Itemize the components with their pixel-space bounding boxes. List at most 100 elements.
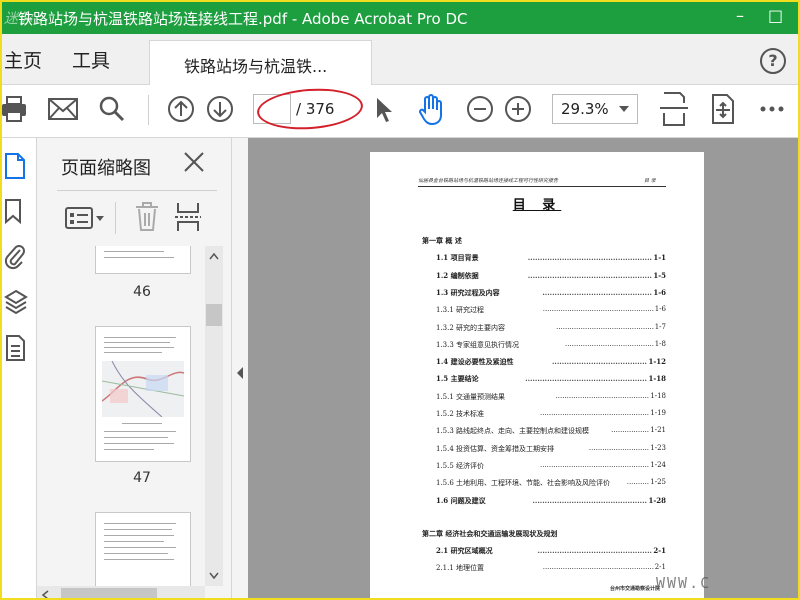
thumb-text-line: [104, 541, 164, 542]
zoom-in-icon[interactable]: [504, 95, 532, 123]
toc-entry[interactable]: 1.2 编制依据................................…: [436, 271, 666, 281]
toc-entry[interactable]: 1.5.2 技术标准..............................…: [436, 409, 666, 419]
document-view[interactable]: 仙居县金台铁路站场与杭温铁路站场连接线工程可行性研究报告 目 录 目 录 第一章…: [248, 138, 798, 598]
rotate-view-icon[interactable]: [710, 93, 736, 125]
layers-icon[interactable]: [4, 288, 28, 316]
hand-tool-icon[interactable]: [416, 94, 446, 126]
thumbnail-map-image: [102, 361, 184, 417]
panel-collapse-handle[interactable]: [231, 138, 249, 598]
attachment-icon[interactable]: [4, 242, 26, 270]
toc-entry-label: 1.5.5 经济评价: [436, 461, 485, 470]
toc-entry-label: 1.3.3 专家组意见执行情况: [436, 340, 520, 349]
toc-entry[interactable]: 1.3.1 研究过程..............................…: [436, 305, 666, 315]
navigation-rail: [2, 138, 37, 598]
toc-entry[interactable]: 1.5.5 经济评价..............................…: [436, 461, 666, 471]
page-layout-icon[interactable]: [175, 202, 201, 232]
toc-entry-label: 第二章 经济社会和交通运输发展现状及规划: [422, 528, 558, 538]
pdf-running-header: 仙居县金台铁路站场与杭温铁路站场连接线工程可行性研究报告: [418, 178, 559, 184]
page-thumbnail[interactable]: [95, 246, 191, 274]
toc-entry-page: 1-24: [650, 460, 666, 469]
panel-title: 页面缩略图: [61, 158, 151, 179]
document-properties-icon[interactable]: [4, 334, 26, 362]
tab-tools[interactable]: 工具: [72, 46, 110, 73]
toc-entry-page: 1-18: [648, 374, 666, 384]
scrollbar-thumb[interactable]: [206, 304, 222, 326]
tab-home[interactable]: 主页: [4, 46, 42, 73]
toc-leader-dots: ........................................…: [537, 546, 652, 556]
toc-entry[interactable]: 2.1.1 地理位置..............................…: [436, 563, 666, 573]
toc-entry-page: 1-25: [650, 478, 666, 487]
page-thumbnail[interactable]: [95, 326, 191, 462]
page-thumbnail[interactable]: [95, 512, 191, 586]
bookmark-icon[interactable]: [4, 198, 22, 224]
toc-entry[interactable]: 1.6 问题及建议...............................…: [436, 496, 666, 506]
pdf-page: 仙居县金台铁路站场与杭温铁路站场连接线工程可行性研究报告 目 录 目 录 第一章…: [370, 152, 704, 598]
toc-entry[interactable]: 1.5.6 土地利用、工程环境、节能、社会影响及风险评价.......... 1-…: [436, 478, 666, 488]
toc-entry-label: 1.3.2 研究的主要内容: [436, 323, 506, 332]
help-icon[interactable]: ?: [760, 48, 786, 74]
scrollbar-thumb[interactable]: [61, 588, 157, 598]
toc-entry-label: 2.1.1 地理位置: [436, 564, 485, 573]
vertical-scrollbar[interactable]: [205, 246, 223, 586]
next-page-icon[interactable]: [206, 95, 234, 123]
title-bar: 迷你 铁路站场与杭温铁路站场连接线工程.pdf - Adobe Acrobat …: [2, 2, 798, 34]
toc-entry-page: 2-1: [654, 563, 666, 572]
panel-divider: [57, 190, 217, 191]
options-menu-icon[interactable]: [65, 206, 105, 230]
horizontal-scrollbar[interactable]: [37, 586, 205, 600]
toolbar: / 376 29.3%: [2, 85, 798, 138]
toc-leader-dots: ........................................…: [555, 391, 649, 400]
toc-entry[interactable]: 1.1 项目背景................................…: [436, 253, 666, 263]
toc-entry-page: 1-19: [650, 409, 666, 417]
thumb-text-line: [104, 553, 168, 554]
toc-entry-page: 1-28: [648, 495, 666, 505]
print-icon[interactable]: [2, 95, 28, 123]
maximize-button[interactable]: □: [768, 6, 783, 25]
fit-page-icon[interactable]: [660, 91, 688, 127]
close-icon[interactable]: [182, 150, 206, 174]
previous-page-icon[interactable]: [167, 95, 195, 123]
delete-icon[interactable]: [135, 202, 159, 232]
toc-entry[interactable]: 1.5 主要结论................................…: [436, 374, 666, 384]
toc-entry[interactable]: 1.3.3 专家组意见执行情况.........................…: [436, 340, 666, 350]
toc-entry[interactable]: 1.5.4 投资估算、资金筹措及工期安排....................…: [436, 444, 666, 454]
toc-leader-dots: ........................................…: [525, 374, 647, 384]
toc-leader-dots: ........................................…: [556, 322, 654, 331]
minimize-button[interactable]: –: [736, 6, 744, 25]
search-icon[interactable]: [98, 95, 126, 123]
toc-leader-dots: .................: [611, 426, 649, 435]
scroll-left-icon[interactable]: [41, 590, 49, 600]
email-icon[interactable]: [48, 98, 78, 120]
toc-leader-dots: .......................................: [551, 357, 647, 367]
toc-entry[interactable]: 2.1 研究区域概况..............................…: [436, 546, 666, 556]
toc-entry[interactable]: 1.4 建设必要性及紧迫性...........................…: [436, 357, 666, 367]
scroll-down-icon[interactable]: [209, 572, 219, 580]
toc-entry-label: 1.1 项目背景: [436, 253, 479, 263]
select-cursor-icon[interactable]: [374, 96, 394, 124]
toc-chapter[interactable]: 第一章 概 述: [422, 236, 666, 246]
toc-entry[interactable]: 1.3.2 研究的主要内容...........................…: [436, 323, 666, 333]
toc-chapter[interactable]: 第二章 经济社会和交通运输发展现状及规划: [422, 529, 666, 539]
more-options-icon[interactable]: [760, 105, 784, 113]
thumb-text-line: [104, 257, 174, 258]
toc-entry[interactable]: 1.3 研究过程及内容.............................…: [436, 288, 666, 298]
toc-entry-page: 2-1: [653, 546, 666, 556]
toc-entry-page: 1-8: [654, 339, 666, 348]
page-thumbnails-icon[interactable]: [4, 152, 26, 180]
toc-entry-label: 1.3 研究过程及内容: [436, 287, 500, 297]
tab-document[interactable]: 铁路站场与杭温铁...: [149, 40, 372, 86]
toc-entry-label: 1.5 主要结论: [436, 374, 479, 384]
zoom-level-dropdown[interactable]: 29.3%: [552, 94, 638, 124]
toc-entry[interactable]: 1.5.1 交通量预测结果...........................…: [436, 392, 666, 402]
toc-leader-dots: ...........................: [588, 443, 649, 452]
zoom-level-value: 29.3%: [561, 100, 609, 118]
thumb-text-line: [104, 449, 154, 450]
zoom-out-icon[interactable]: [466, 95, 494, 123]
scroll-up-icon[interactable]: [209, 252, 219, 260]
collapse-arrow-icon[interactable]: [235, 366, 245, 380]
thumb-text-line: [104, 352, 162, 353]
toc-entry[interactable]: 1.5.3 路线起终点、走向、主要控制点和建设规模...............…: [436, 426, 666, 436]
thumbnail-page-number: 47: [133, 470, 151, 486]
thumb-text-line: [104, 342, 170, 343]
panel-toolbar-divider: [115, 202, 116, 234]
